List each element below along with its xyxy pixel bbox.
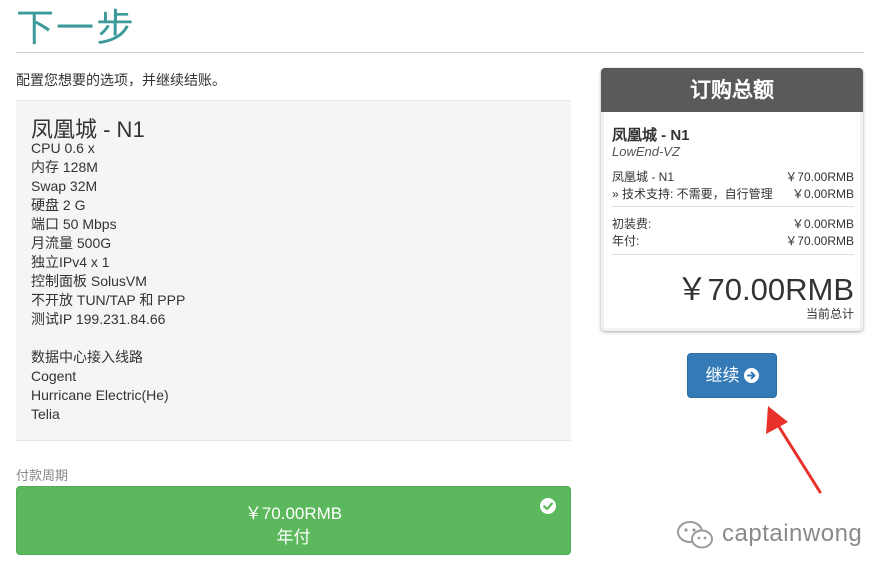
- summary-divider: [612, 254, 854, 255]
- datacenter-title: 数据中心接入线路: [31, 349, 143, 365]
- title-divider: [16, 52, 864, 53]
- spec-item: 端口 50 Mbps: [31, 216, 117, 232]
- arrow-right-circle-icon: [743, 368, 759, 383]
- order-summary-body: 凤凰城 - N1 LowEnd-VZ 凤凰城 - N1 ￥70.00RMB » …: [604, 112, 860, 328]
- spec-item: 独立IPv4 x 1: [31, 254, 110, 270]
- summary-setup-price: ￥0.00RMB: [791, 217, 854, 231]
- spec-item: 测试IP 199.231.84.66: [31, 311, 166, 327]
- summary-line-item: 凤凰城 - N1 ￥70.00RMB: [612, 168, 854, 184]
- spec-item: Swap 32M: [31, 178, 98, 194]
- check-circle-icon: [540, 498, 556, 514]
- summary-setup-label: 初装费:: [612, 217, 652, 231]
- billing-cycle-label: 付款周期: [16, 468, 69, 483]
- datacenter-line: Cogent: [31, 368, 77, 384]
- watermark-text: captainwong: [722, 520, 863, 547]
- order-summary-header: 订购总额: [601, 68, 863, 112]
- summary-support-price: ￥0.00RMB: [791, 187, 854, 201]
- summary-annual-fee: 年付: ￥70.00RMB: [612, 232, 854, 248]
- intro-text: 配置您想要的选项，并继续结账。: [16, 72, 226, 88]
- summary-line-item-label: 凤凰城 - N1: [612, 170, 675, 184]
- datacenter-line: Telia: [31, 406, 60, 422]
- summary-total: ￥70.00RMB: [676, 272, 854, 307]
- datacenter-line: Hurricane Electric(He): [31, 387, 169, 403]
- spec-item: 月流量 500G: [31, 235, 112, 251]
- summary-annual-label: 年付:: [612, 234, 640, 248]
- summary-divider: [612, 206, 854, 207]
- spec-item: 控制面板 SolusVM: [31, 273, 147, 289]
- summary-support-item: » 技术支持: 不需要，自行管理 ￥0.00RMB: [612, 185, 854, 201]
- spec-item: 内存 128M: [31, 159, 98, 175]
- spec-item: CPU 0.6 x: [31, 140, 95, 156]
- spec-item: 不开放 TUN/TAP 和 PPP: [31, 292, 186, 308]
- summary-product-group: LowEnd-VZ: [612, 144, 680, 159]
- summary-line-item-price: ￥70.00RMB: [785, 170, 854, 184]
- billing-option-annual[interactable]: ￥70.00RMB 年付: [16, 486, 571, 555]
- continue-button[interactable]: 继续: [687, 353, 777, 398]
- product-details-panel: 凤凰城 - N1 CPU 0.6 x 内存 128M Swap 32M 硬盘 2…: [16, 100, 571, 441]
- summary-total-label: 当前总计: [805, 307, 854, 321]
- spec-list: CPU 0.6 x 内存 128M Swap 32M 硬盘 2 G 端口 50 …: [31, 139, 185, 424]
- billing-option-cycle: 年付: [276, 528, 311, 547]
- spec-item: 硬盘 2 G: [31, 197, 86, 213]
- summary-setup-fee: 初装费: ￥0.00RMB: [612, 215, 854, 231]
- annotation-arrow-icon: [766, 406, 822, 494]
- continue-button-label: 继续: [705, 366, 740, 385]
- wechat-icon: [677, 521, 713, 549]
- summary-support-label: » 技术支持: 不需要，自行管理: [612, 187, 773, 201]
- summary-product-name: 凤凰城 - N1: [612, 127, 690, 144]
- billing-option-price: ￥70.00RMB: [244, 504, 343, 523]
- order-summary-panel: 订购总额 凤凰城 - N1 LowEnd-VZ 凤凰城 - N1 ￥70.00R…: [601, 68, 863, 331]
- summary-annual-price: ￥70.00RMB: [785, 234, 854, 248]
- page-title: 下一步: [16, 8, 137, 50]
- spec-spacer: [31, 329, 185, 348]
